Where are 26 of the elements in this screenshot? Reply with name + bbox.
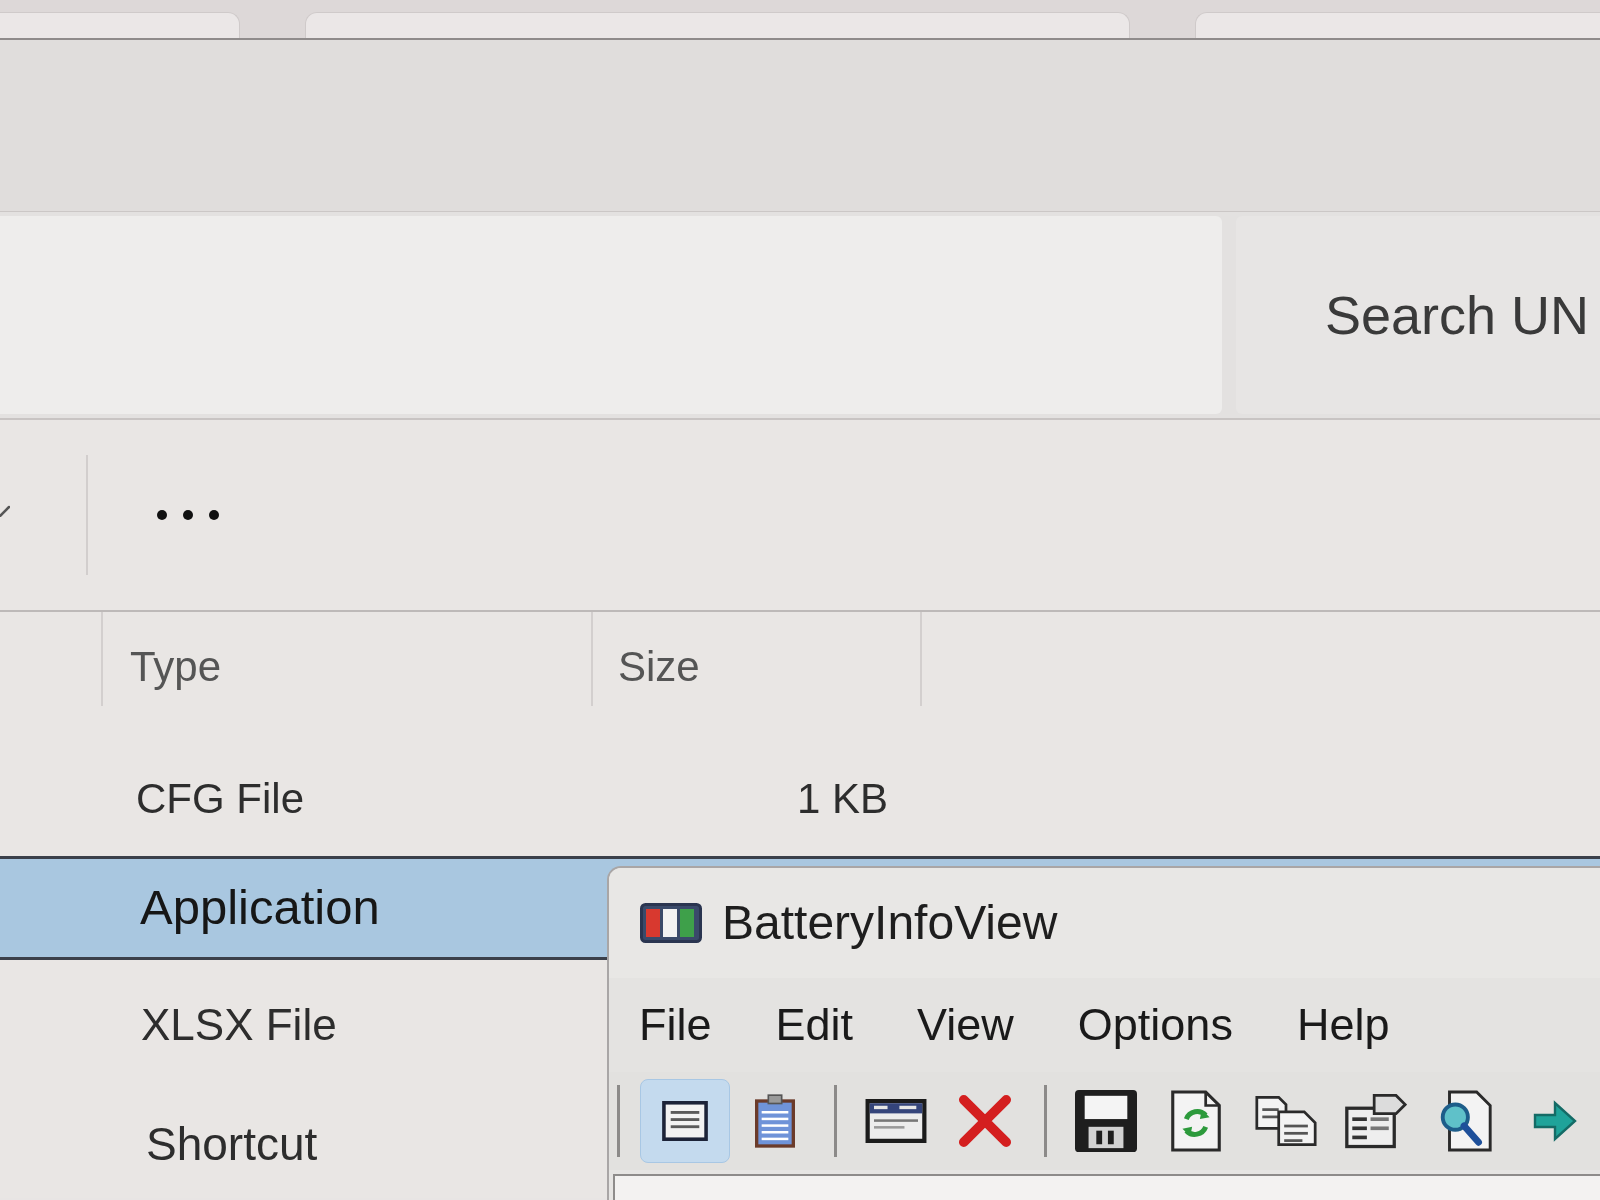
copy-icon (1254, 1095, 1317, 1147)
menu-item[interactable]: View (909, 991, 1022, 1059)
chevron-icon (0, 505, 10, 517)
window-title: BatteryInfoView (722, 895, 1058, 951)
more-icon (156, 509, 220, 521)
type-cell-text: Application (139, 879, 381, 937)
type-cell-text: XLSX File (140, 999, 338, 1051)
delete-icon (958, 1094, 1013, 1148)
column-header[interactable]: Size (593, 612, 922, 706)
properties-icon (1344, 1093, 1407, 1149)
toolbar-button[interactable] (640, 1079, 730, 1163)
list-window-icon (661, 1101, 708, 1141)
size-cell-text: 1 KB (795, 773, 888, 824)
window-icon (864, 1099, 927, 1143)
menu-item[interactable]: Options (1069, 991, 1241, 1059)
type-cell-text: CFG File (135, 773, 305, 824)
type-cell-text: Shortcut (145, 1116, 319, 1172)
menu-item[interactable]: File (631, 991, 720, 1059)
column-header[interactable]: Type (103, 612, 593, 706)
menu-item[interactable]: Help (1288, 991, 1398, 1059)
refresh-icon (1169, 1090, 1222, 1152)
clipboard-icon (754, 1093, 795, 1149)
menu-item[interactable]: Edit (767, 991, 862, 1059)
search-field[interactable]: Search UN (1236, 216, 1600, 414)
app-icon (640, 903, 702, 943)
save-icon (1075, 1090, 1138, 1152)
